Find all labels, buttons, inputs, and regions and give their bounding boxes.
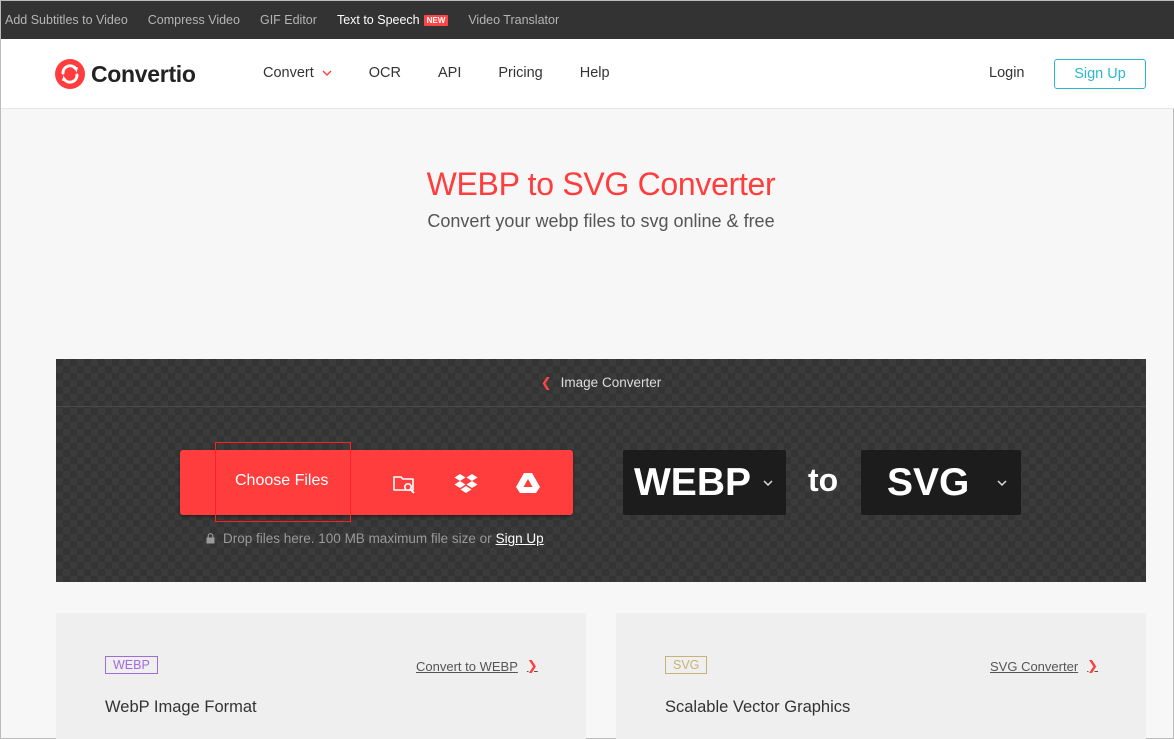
google-drive-icon[interactable] <box>515 470 541 496</box>
nav-ocr[interactable]: OCR <box>369 65 401 81</box>
drop-signup-link[interactable]: Sign Up <box>496 531 544 546</box>
converter-panel: ❮ Image Converter Choose Files Drop file… <box>56 359 1146 582</box>
topbar-link-video-translator[interactable]: Video Translator <box>468 13 559 27</box>
dropbox-icon[interactable] <box>453 470 479 496</box>
text-to-speech-label: Text to Speech <box>336 13 420 27</box>
site-header: Convertio Convert OCR API Pricing Help L… <box>1 39 1174 109</box>
info-card-webp: WEBP Convert to WEBP ❯ WebP Image Format <box>56 613 586 739</box>
svg-converter-link[interactable]: SVG Converter ❯ <box>990 658 1098 674</box>
choose-files-label: Choose Files <box>235 472 329 489</box>
login-link[interactable]: Login <box>989 65 1024 81</box>
to-format-select[interactable]: SVG <box>861 450 1021 515</box>
topbar-link-add-subtitles[interactable]: Add Subtitles to Video <box>5 13 128 27</box>
new-badge: NEW <box>423 14 449 26</box>
format-tag-svg: SVG <box>665 656 708 674</box>
info-card-svg: SVG SVG Converter ❯ Scalable Vector Grap… <box>616 613 1146 739</box>
from-format-select[interactable]: WEBP <box>623 450 786 515</box>
topbar-link-text-to-speech[interactable]: Text to Speech NEW <box>336 13 449 27</box>
chevron-right-icon: ❯ <box>526 658 538 673</box>
topbar-link-gif-editor[interactable]: GIF Editor <box>260 13 317 27</box>
chevron-down-icon <box>763 480 773 487</box>
nav-help[interactable]: Help <box>580 65 610 81</box>
to-label: to <box>808 462 839 498</box>
page-subtitle: Convert your webp files to svg online & … <box>427 211 775 231</box>
svg-converter-label: SVG Converter <box>990 658 1079 674</box>
page-title: WEBP to SVG Converter <box>426 166 776 202</box>
convertio-logo-icon <box>55 59 85 89</box>
convert-to-webp-link[interactable]: Convert to WEBP ❯ <box>416 658 538 674</box>
nav-convert[interactable]: Convert <box>263 65 332 81</box>
chevron-down-icon <box>997 480 1007 487</box>
logo-text: Convertio <box>91 60 196 87</box>
main-nav: Convert OCR API Pricing Help <box>263 65 647 81</box>
chevron-down-icon <box>322 70 332 76</box>
nav-convert-label: Convert <box>263 65 314 81</box>
to-format-value: SVG <box>887 460 970 504</box>
card-title-svg: Scalable Vector Graphics <box>665 698 851 716</box>
nav-pricing[interactable]: Pricing <box>498 65 542 81</box>
top-promo-bar: Add Subtitles to Video Compress Video GI… <box>1 1 1174 39</box>
breadcrumb-label: Image Converter <box>560 375 662 390</box>
logo[interactable]: Convertio <box>55 59 196 89</box>
chevron-left-icon: ❮ <box>540 374 552 390</box>
folder-search-icon[interactable] <box>391 470 417 496</box>
drop-hint: Drop files here. 100 MB maximum file siz… <box>206 531 544 546</box>
convert-to-webp-label: Convert to WEBP <box>416 658 518 674</box>
chevron-right-icon: ❯ <box>1087 658 1099 673</box>
format-tag-webp: WEBP <box>105 656 158 674</box>
card-title-webp: WebP Image Format <box>105 698 257 716</box>
from-format-value: WEBP <box>634 460 751 504</box>
breadcrumb[interactable]: ❮ Image Converter <box>56 359 1146 407</box>
nav-api[interactable]: API <box>438 65 461 81</box>
drop-hint-text: Drop files here. 100 MB maximum file siz… <box>223 531 492 546</box>
lock-icon <box>206 533 215 544</box>
signup-button[interactable]: Sign Up <box>1054 59 1146 89</box>
choose-files-button[interactable]: Choose Files <box>180 450 573 515</box>
topbar-link-compress-video[interactable]: Compress Video <box>148 13 240 27</box>
